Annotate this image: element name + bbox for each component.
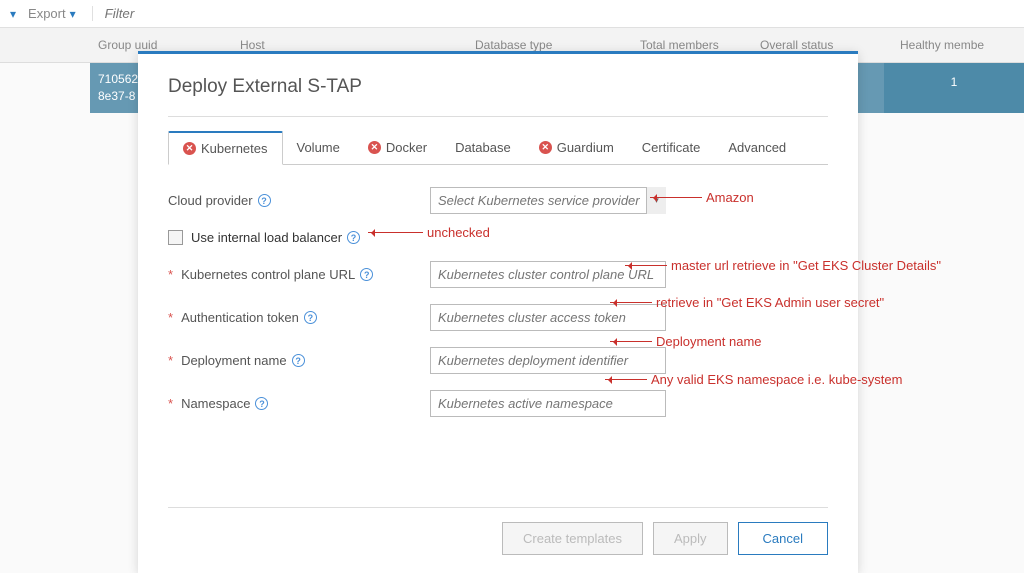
annotation-deploy-name: Deployment name xyxy=(610,334,762,349)
deploy-dialog: Deploy External S-TAP ✕ Kubernetes Volum… xyxy=(138,51,858,573)
tabs: ✕ Kubernetes Volume ✕ Docker Database ✕ … xyxy=(168,131,828,165)
row-deploy-name: * Deployment name ? xyxy=(168,347,828,374)
annotation-admin-secret: retrieve in "Get EKS Admin user secret" xyxy=(610,295,884,310)
help-icon[interactable]: ? xyxy=(292,354,305,367)
tab-kubernetes[interactable]: ✕ Kubernetes xyxy=(168,131,283,165)
use-lb-label: Use internal load balancer xyxy=(191,230,342,245)
deploy-name-input[interactable] xyxy=(430,347,666,374)
annotation-unchecked: unchecked xyxy=(368,225,490,240)
required-icon: * xyxy=(168,267,173,282)
dialog-title: Deploy External S-TAP xyxy=(168,76,828,98)
tab-docker[interactable]: ✕ Docker xyxy=(354,131,441,165)
export-button[interactable]: Export ▾ xyxy=(28,6,76,21)
help-icon[interactable]: ? xyxy=(360,268,373,281)
deploy-name-label: Deployment name xyxy=(181,353,287,368)
auth-token-label: Authentication token xyxy=(181,310,299,325)
error-icon: ✕ xyxy=(183,142,196,155)
cloud-provider-select[interactable] xyxy=(430,187,666,214)
col-healthy[interactable]: Healthy membe xyxy=(892,28,1024,62)
cancel-button[interactable]: Cancel xyxy=(738,522,828,555)
row-use-lb: Use internal load balancer ? xyxy=(168,230,828,245)
export-label: Export xyxy=(28,6,66,21)
apply-button[interactable]: Apply xyxy=(653,522,728,555)
dialog-buttons: Create templates Apply Cancel xyxy=(168,522,828,555)
namespace-label: Namespace xyxy=(181,396,250,411)
error-icon: ✕ xyxy=(368,141,381,154)
help-icon[interactable]: ? xyxy=(258,194,271,207)
filter-input[interactable] xyxy=(105,6,305,21)
control-url-label: Kubernetes control plane URL xyxy=(181,267,355,282)
annotation-amazon: Amazon xyxy=(650,190,754,205)
use-lb-checkbox[interactable] xyxy=(168,230,183,245)
help-icon[interactable]: ? xyxy=(304,311,317,324)
required-icon: * xyxy=(168,310,173,325)
cell-healthy: 1 xyxy=(884,63,1024,113)
row-namespace: * Namespace ? xyxy=(168,390,828,417)
chevron-down-icon: ▾ xyxy=(70,7,76,21)
cloud-provider-label: Cloud provider xyxy=(168,193,253,208)
help-icon[interactable]: ? xyxy=(255,397,268,410)
tab-guardium[interactable]: ✕ Guardium xyxy=(525,131,628,165)
annotation-master-url: master url retrieve in "Get EKS Cluster … xyxy=(625,258,941,273)
chevron-down-icon[interactable]: ▾ xyxy=(10,7,16,21)
tab-certificate[interactable]: Certificate xyxy=(628,131,715,165)
required-icon: * xyxy=(168,353,173,368)
filter-container xyxy=(92,6,305,21)
help-icon[interactable]: ? xyxy=(347,231,360,244)
tab-advanced[interactable]: Advanced xyxy=(714,131,800,165)
tab-volume[interactable]: Volume xyxy=(283,131,354,165)
annotation-namespace: Any valid EKS namespace i.e. kube-system xyxy=(605,372,902,387)
tab-database[interactable]: Database xyxy=(441,131,525,165)
required-icon: * xyxy=(168,396,173,411)
toolbar: ▾ Export ▾ xyxy=(0,0,1024,28)
create-templates-button[interactable]: Create templates xyxy=(502,522,643,555)
namespace-input[interactable] xyxy=(430,390,666,417)
error-icon: ✕ xyxy=(539,141,552,154)
